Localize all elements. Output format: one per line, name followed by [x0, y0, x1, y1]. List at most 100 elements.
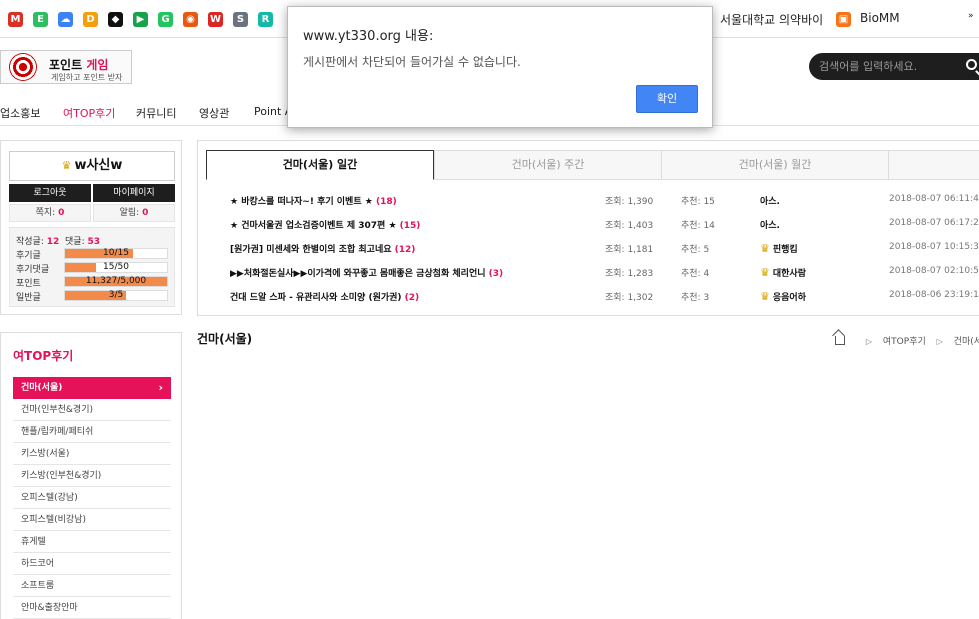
category-label: 하드코어 [21, 559, 55, 569]
bar-label: 포인트 [16, 279, 41, 289]
flag-icon[interactable]: ▶ [133, 12, 148, 27]
category-panel: 여TOP후기 건마(서울) › 건마(인부천&경기) 핸플/립카페/페티쉬키스방(서울… [0, 332, 182, 619]
diamond-icon[interactable]: ◆ [108, 12, 123, 27]
search-input[interactable] [819, 59, 959, 74]
nav-item-reviews[interactable]: 여TOP후기 [63, 105, 115, 121]
category-item[interactable]: 휴게텔 [13, 531, 171, 553]
evernote-icon[interactable]: E [33, 12, 48, 27]
tab-weekly[interactable]: 건마(서울) 주간 [434, 150, 662, 180]
page-title: 건마(서울) [197, 332, 253, 346]
comment-count: (2) [404, 293, 420, 303]
bookmark-snu[interactable]: 서울대학교 의약바이 [720, 11, 823, 28]
biomm-icon: ▣ [836, 12, 851, 27]
post-title[interactable]: [원가권] 미센세와 한별이의 조합 최고네요 (12) [230, 242, 415, 255]
category-item[interactable]: 안마&출장안마 [13, 597, 171, 619]
tab-monthly[interactable]: 건마(서울) 월간 [661, 150, 889, 180]
progress-bar: 10/15 [64, 248, 168, 259]
post-views: 조회: 1,283 [605, 269, 654, 279]
g-icon[interactable]: G [158, 12, 173, 27]
post-views: 조회: 1,302 [605, 293, 654, 303]
bar-label: 후기댓글 [16, 265, 50, 275]
tab-daily[interactable]: 건마(서울) 일간 [206, 150, 434, 180]
crown-icon: ♛ [760, 290, 770, 303]
search-icon[interactable] [966, 59, 977, 70]
home-icon[interactable] [835, 336, 845, 345]
post-recommends: 추천: 15 [681, 197, 715, 207]
category-item[interactable]: 오피스텔(강남) [13, 487, 171, 509]
logo-subtitle: 게임하고 포인트 받자 [51, 73, 123, 82]
category-item[interactable]: 소프트룸 [13, 575, 171, 597]
post-recommends: 추천: 14 [681, 221, 715, 231]
post-title[interactable]: 건대 드알 스파 - 유관리사와 소미양 (원가권) (2) [230, 290, 419, 303]
post-row[interactable]: [원가권] 미센세와 한별이의 조합 최고네요 (12) 조회: 1,181 추천:… [198, 238, 979, 260]
r-icon[interactable]: R [258, 12, 273, 27]
post-date: 2018-08-07 10:15:39 [889, 242, 979, 252]
memo-link[interactable]: 쪽지: 0 [9, 204, 91, 222]
post-title[interactable]: ▶▶처화절돈실사▶▶이가격에 와꾸좋고 몸매좋은 금상첨화 체리언니 (3) [230, 266, 503, 279]
category-item[interactable]: 키스방(인부천&경기) [13, 465, 171, 487]
post-views: 조회: 1,390 [605, 197, 654, 207]
site-logo[interactable]: 포인트 게임 게임하고 포인트 받자 [0, 50, 132, 84]
progress-bar: 3/5 [64, 290, 168, 301]
post-title[interactable]: ★ 바캉스를 떠나자~! 후기 이벤트 ★ (18) [230, 194, 397, 207]
nav-item-video[interactable]: 영상관 [199, 105, 229, 121]
comment-count: (3) [488, 269, 504, 279]
bookmark-biomm[interactable]: BioMM [860, 11, 900, 25]
d-icon[interactable]: D [83, 12, 98, 27]
alert-dialog: www.yt330.org 내용: 게시판에서 차단되어 들어가실 수 없습니다… [287, 6, 713, 128]
post-author[interactable]: ♛ 대한사람 [760, 266, 806, 279]
post-row[interactable]: ★ 바캉스를 떠나자~! 후기 이벤트 ★ (18) 조회: 1,390 추천: 1… [198, 190, 979, 212]
w-icon[interactable]: W [208, 12, 223, 27]
tab-extra[interactable] [888, 150, 979, 180]
progress-text: 15/50 [103, 262, 129, 272]
user-name: ♛ w사신w [9, 151, 175, 181]
post-row[interactable]: ★ 건마서울권 업소검증이벤트 제 307편 ★ (15) 조회: 1,403 추천… [198, 214, 979, 236]
logout-button[interactable]: 로그아웃 [9, 184, 91, 202]
nav-item-community[interactable]: 커뮤니티 [136, 105, 176, 121]
nav-item-promo[interactable]: 업소홍보 [0, 105, 40, 121]
progress-text: 11,327/5,000 [85, 276, 147, 286]
mypage-button[interactable]: 마이페이지 [93, 184, 175, 202]
ranking-panel: 건마(서울) 일간 건마(서울) 주간 건마(서울) 월간 ★ 바캉스를 떠나자… [197, 140, 979, 316]
category-heading: 여TOP후기 [13, 349, 74, 363]
logo-title: 포인트 게임 [49, 58, 109, 72]
search-box [809, 53, 979, 80]
category-label: 오피스텔(비강남) [21, 515, 86, 525]
progress-bar: 11,327/5,000 [64, 276, 168, 287]
category-label: 휴게텔 [21, 537, 46, 547]
category-label: 건마(인부천&경기) [21, 405, 94, 415]
s-icon[interactable]: S [233, 12, 248, 27]
category-item[interactable]: 건마(서울) › [13, 377, 171, 399]
post-author[interactable]: 아스. [760, 218, 780, 231]
crown-icon: ♛ [760, 242, 770, 255]
post-recommends: 추천: 4 [681, 269, 710, 279]
bookmarks-overflow-icon[interactable]: » [968, 11, 974, 21]
post-title[interactable]: ★ 건마서울권 업소검증이벤트 제 307편 ★ (15) [230, 218, 420, 231]
category-item[interactable]: 핸플/립카페/페티쉬 [13, 421, 171, 443]
post-author[interactable]: ♛ 응음어하 [760, 290, 806, 303]
post-row[interactable]: 건대 드알 스파 - 유관리사와 소미양 (원가권) (2) 조회: 1,302 추… [198, 286, 979, 308]
gmail-icon[interactable]: M [8, 12, 23, 27]
category-item[interactable]: 건마(인부천&경기) [13, 399, 171, 421]
comment-count: (15) [399, 221, 421, 231]
target-icon [9, 53, 37, 81]
category-item[interactable]: 하드코어 [13, 553, 171, 575]
post-date: 2018-08-07 02:10:51 [889, 266, 979, 276]
category-label: 오피스텔(강남) [21, 493, 78, 503]
breadcrumb-reviews[interactable]: 여TOP후기 [883, 337, 926, 347]
category-item[interactable]: 오피스텔(비강남) [13, 509, 171, 531]
category-label: 키스방(서울) [21, 449, 70, 459]
dialog-ok-button[interactable]: 확인 [636, 85, 698, 113]
comment-count: (18) [375, 197, 397, 207]
post-author[interactable]: ♛ 핀행킴 [760, 242, 798, 255]
category-label: 안마&출장안마 [21, 603, 78, 613]
cloud-icon[interactable]: ☁ [58, 12, 73, 27]
breadcrumb-current[interactable]: 건마(서울 [954, 337, 979, 347]
circle-icon[interactable]: ◉ [183, 12, 198, 27]
post-row[interactable]: ▶▶처화절돈실사▶▶이가격에 와꾸좋고 몸매좋은 금상첨화 체리언니 (3) 조회… [198, 262, 979, 284]
post-recommends: 추천: 3 [681, 293, 710, 303]
breadcrumb: ▷ 여TOP후기 ▷ 건마(서울 [835, 334, 979, 347]
category-item[interactable]: 키스방(서울) [13, 443, 171, 465]
alert-link[interactable]: 알림: 0 [93, 204, 175, 222]
post-author[interactable]: 아스. [760, 194, 780, 207]
